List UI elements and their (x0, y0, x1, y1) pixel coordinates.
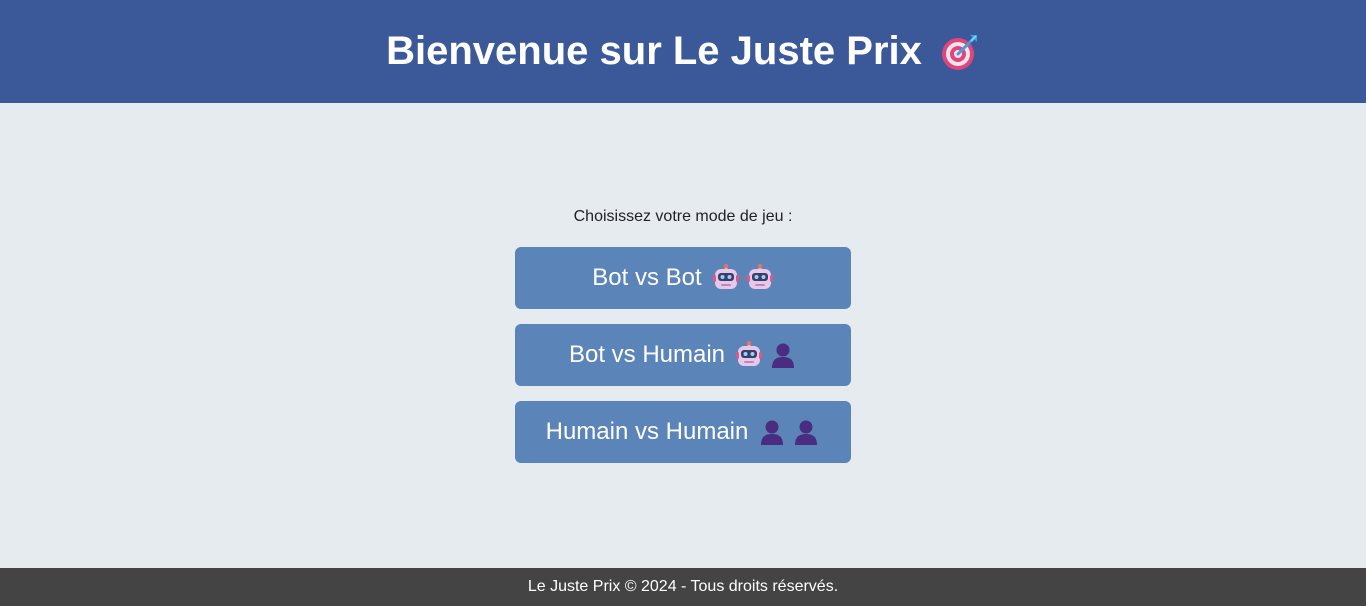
person-icon (769, 341, 797, 369)
robot-icon (735, 341, 763, 369)
bot-vs-bot-label: Bot vs Bot (592, 264, 702, 291)
header-bar: Bienvenue sur Le Juste Prix (0, 0, 1366, 103)
mode-prompt: Choisissez votre mode de jeu : (573, 208, 793, 225)
main-content: Choisissez votre mode de jeu : Bot vs Bo… (0, 103, 1366, 568)
robot-icon (712, 264, 740, 292)
robot-icon (746, 264, 774, 292)
human-vs-human-label: Humain vs Humain (545, 418, 749, 445)
bot-vs-human-label: Bot vs Humain (568, 341, 726, 368)
person-icon (792, 418, 820, 446)
human-vs-human-button[interactable]: Humain vs Humain (515, 401, 851, 463)
bot-vs-bot-button[interactable]: Bot vs Bot (515, 247, 851, 309)
bot-vs-human-button[interactable]: Bot vs Humain (515, 324, 851, 386)
person-icon (758, 418, 786, 446)
page-title: Bienvenue sur Le Juste Prix (386, 29, 980, 74)
page-title-text: Bienvenue sur Le Juste Prix (386, 29, 922, 73)
footer: Le Juste Prix © 2024 - Tous droits réser… (0, 568, 1366, 606)
footer-text: Le Juste Prix © 2024 - Tous droits réser… (527, 578, 839, 595)
target-icon (940, 32, 980, 72)
